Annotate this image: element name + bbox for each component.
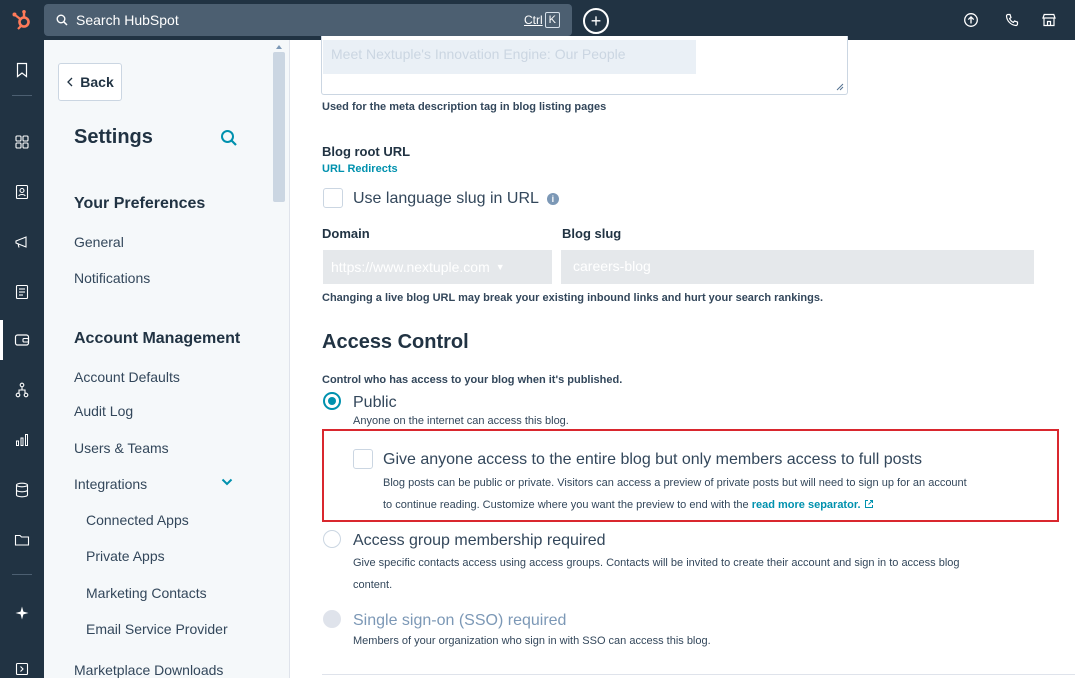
settings-sidebar: Back Settings Your Preferences General N… xyxy=(44,40,290,678)
library-icon[interactable] xyxy=(13,531,31,549)
section-your-preferences: Your Preferences xyxy=(74,195,206,212)
commerce-icon[interactable] xyxy=(13,331,31,349)
meta-description-value: Meet Nextuple's Innovation Engine: Our P… xyxy=(323,40,696,74)
url-redirects-link[interactable]: URL Redirects xyxy=(322,163,398,175)
rail-divider xyxy=(12,95,32,96)
sidebar-item-private-apps[interactable]: Private Apps xyxy=(86,548,165,564)
sidebar-scrollbar[interactable] xyxy=(273,52,285,202)
meta-description-help: Used for the meta description tag in blo… xyxy=(322,101,607,113)
sso-radio xyxy=(323,610,341,628)
access-group-radio[interactable] xyxy=(323,530,341,548)
sidebar-item-general[interactable]: General xyxy=(74,234,124,250)
members-desc-line1: Blog posts can be public or private. Vis… xyxy=(383,477,967,489)
public-radio[interactable] xyxy=(323,392,341,410)
access-group-option-label: Access group membership required xyxy=(353,532,606,549)
contacts-icon[interactable] xyxy=(13,183,31,201)
members-preview-description: Blog posts can be public or private. Vis… xyxy=(383,472,1053,516)
resize-handle-icon[interactable] xyxy=(836,83,844,91)
breeze-icon[interactable] xyxy=(13,604,31,622)
access-control-help: Control who has access to your blog when… xyxy=(322,374,623,386)
external-link-icon xyxy=(864,500,873,508)
access-control-title: Access Control xyxy=(322,331,469,353)
upgrade-icon[interactable] xyxy=(962,11,980,29)
marketplace-icon[interactable] xyxy=(1040,11,1058,29)
phone-icon[interactable] xyxy=(1003,11,1021,29)
language-slug-checkbox[interactable] xyxy=(323,188,343,208)
settings-title: Settings xyxy=(74,126,153,148)
blog-settings-content: Meet Nextuple's Innovation Engine: Our P… xyxy=(290,36,1075,678)
sidebar-item-marketing-contacts[interactable]: Marketing Contacts xyxy=(86,585,207,601)
members-preview-label: Give anyone access to the entire blog bu… xyxy=(383,451,922,468)
sidebar-item-account-defaults[interactable]: Account Defaults xyxy=(74,369,180,385)
members-desc-line2: to continue reading. Customize where you… xyxy=(383,494,1053,516)
main-navigation-rail xyxy=(0,40,44,678)
sidebar-item-integrations[interactable]: Integrations xyxy=(74,476,147,492)
section-divider xyxy=(322,674,1075,675)
blog-slug-input[interactable]: careers-blog xyxy=(561,250,1034,284)
blog-slug-label: Blog slug xyxy=(562,226,622,241)
public-option-description: Anyone on the internet can access this b… xyxy=(353,415,569,427)
plus-icon: + xyxy=(590,11,602,31)
access-group-option-description: Give specific contacts access using acce… xyxy=(353,552,1053,596)
members-desc-line2-text: to continue reading. Customize where you… xyxy=(383,499,749,511)
sidebar-item-connected-apps[interactable]: Connected Apps xyxy=(86,512,189,528)
sso-option-label: Single sign-on (SSO) required xyxy=(353,612,567,629)
data-icon[interactable] xyxy=(13,481,31,499)
automation-icon[interactable] xyxy=(13,381,31,399)
chevron-down-icon[interactable] xyxy=(220,475,234,489)
sidebar-item-email-service-provider[interactable]: Email Service Provider xyxy=(86,621,228,637)
members-preview-checkbox[interactable] xyxy=(353,449,373,469)
sidebar-item-audit-log[interactable]: Audit Log xyxy=(74,403,133,419)
expand-icon[interactable] xyxy=(13,660,31,678)
hubspot-logo-icon[interactable] xyxy=(0,0,44,40)
search-placeholder: Search HubSpot xyxy=(76,12,179,28)
keyboard-shortcut-hint: Ctrl K xyxy=(524,12,560,28)
content-icon[interactable] xyxy=(13,283,31,301)
domain-select[interactable]: https://www.nextuple.com ▼ xyxy=(323,250,552,284)
back-button-label: Back xyxy=(80,74,114,90)
chevron-left-icon xyxy=(66,74,74,90)
access-group-desc-line2: content. xyxy=(353,579,393,591)
read-more-separator-link[interactable]: read more separator. xyxy=(752,499,861,511)
sidebar-item-marketplace-downloads[interactable]: Marketplace Downloads xyxy=(74,662,223,678)
blog-root-url-label: Blog root URL xyxy=(322,144,411,159)
access-group-desc-line1: Give specific contacts access using acce… xyxy=(353,557,960,569)
sidebar-item-users-teams[interactable]: Users & Teams xyxy=(74,440,169,456)
sso-option-description: Members of your organization who sign in… xyxy=(353,635,711,647)
section-account-management: Account Management xyxy=(74,330,241,347)
language-slug-label: Use language slug in URL xyxy=(353,190,539,207)
marketing-icon[interactable] xyxy=(13,233,31,251)
domain-value: https://www.nextuple.com xyxy=(331,259,490,275)
active-nav-indicator xyxy=(0,320,3,360)
url-change-warning: Changing a live blog URL may break your … xyxy=(322,292,824,304)
search-icon[interactable] xyxy=(219,128,239,148)
reporting-icon[interactable] xyxy=(13,431,31,449)
global-search-bar[interactable]: Search HubSpot Ctrl K xyxy=(44,4,572,36)
public-option-label: Public xyxy=(353,394,397,411)
search-icon xyxy=(56,14,68,26)
rail-divider xyxy=(12,574,32,575)
grid-icon[interactable] xyxy=(13,133,31,151)
back-button[interactable]: Back xyxy=(58,63,122,101)
scroll-up-arrow-icon[interactable] xyxy=(276,45,282,49)
shortcut-key: K xyxy=(544,12,560,28)
info-icon[interactable]: i xyxy=(546,193,559,205)
create-button[interactable]: + xyxy=(583,8,609,34)
top-navigation-bar: Search HubSpot Ctrl K + xyxy=(0,0,1075,40)
bookmark-icon[interactable] xyxy=(13,61,31,79)
shortcut-ctrl: Ctrl xyxy=(523,13,543,27)
sidebar-item-notifications[interactable]: Notifications xyxy=(74,270,150,286)
caret-down-icon: ▼ xyxy=(495,262,505,272)
domain-label: Domain xyxy=(322,226,370,241)
